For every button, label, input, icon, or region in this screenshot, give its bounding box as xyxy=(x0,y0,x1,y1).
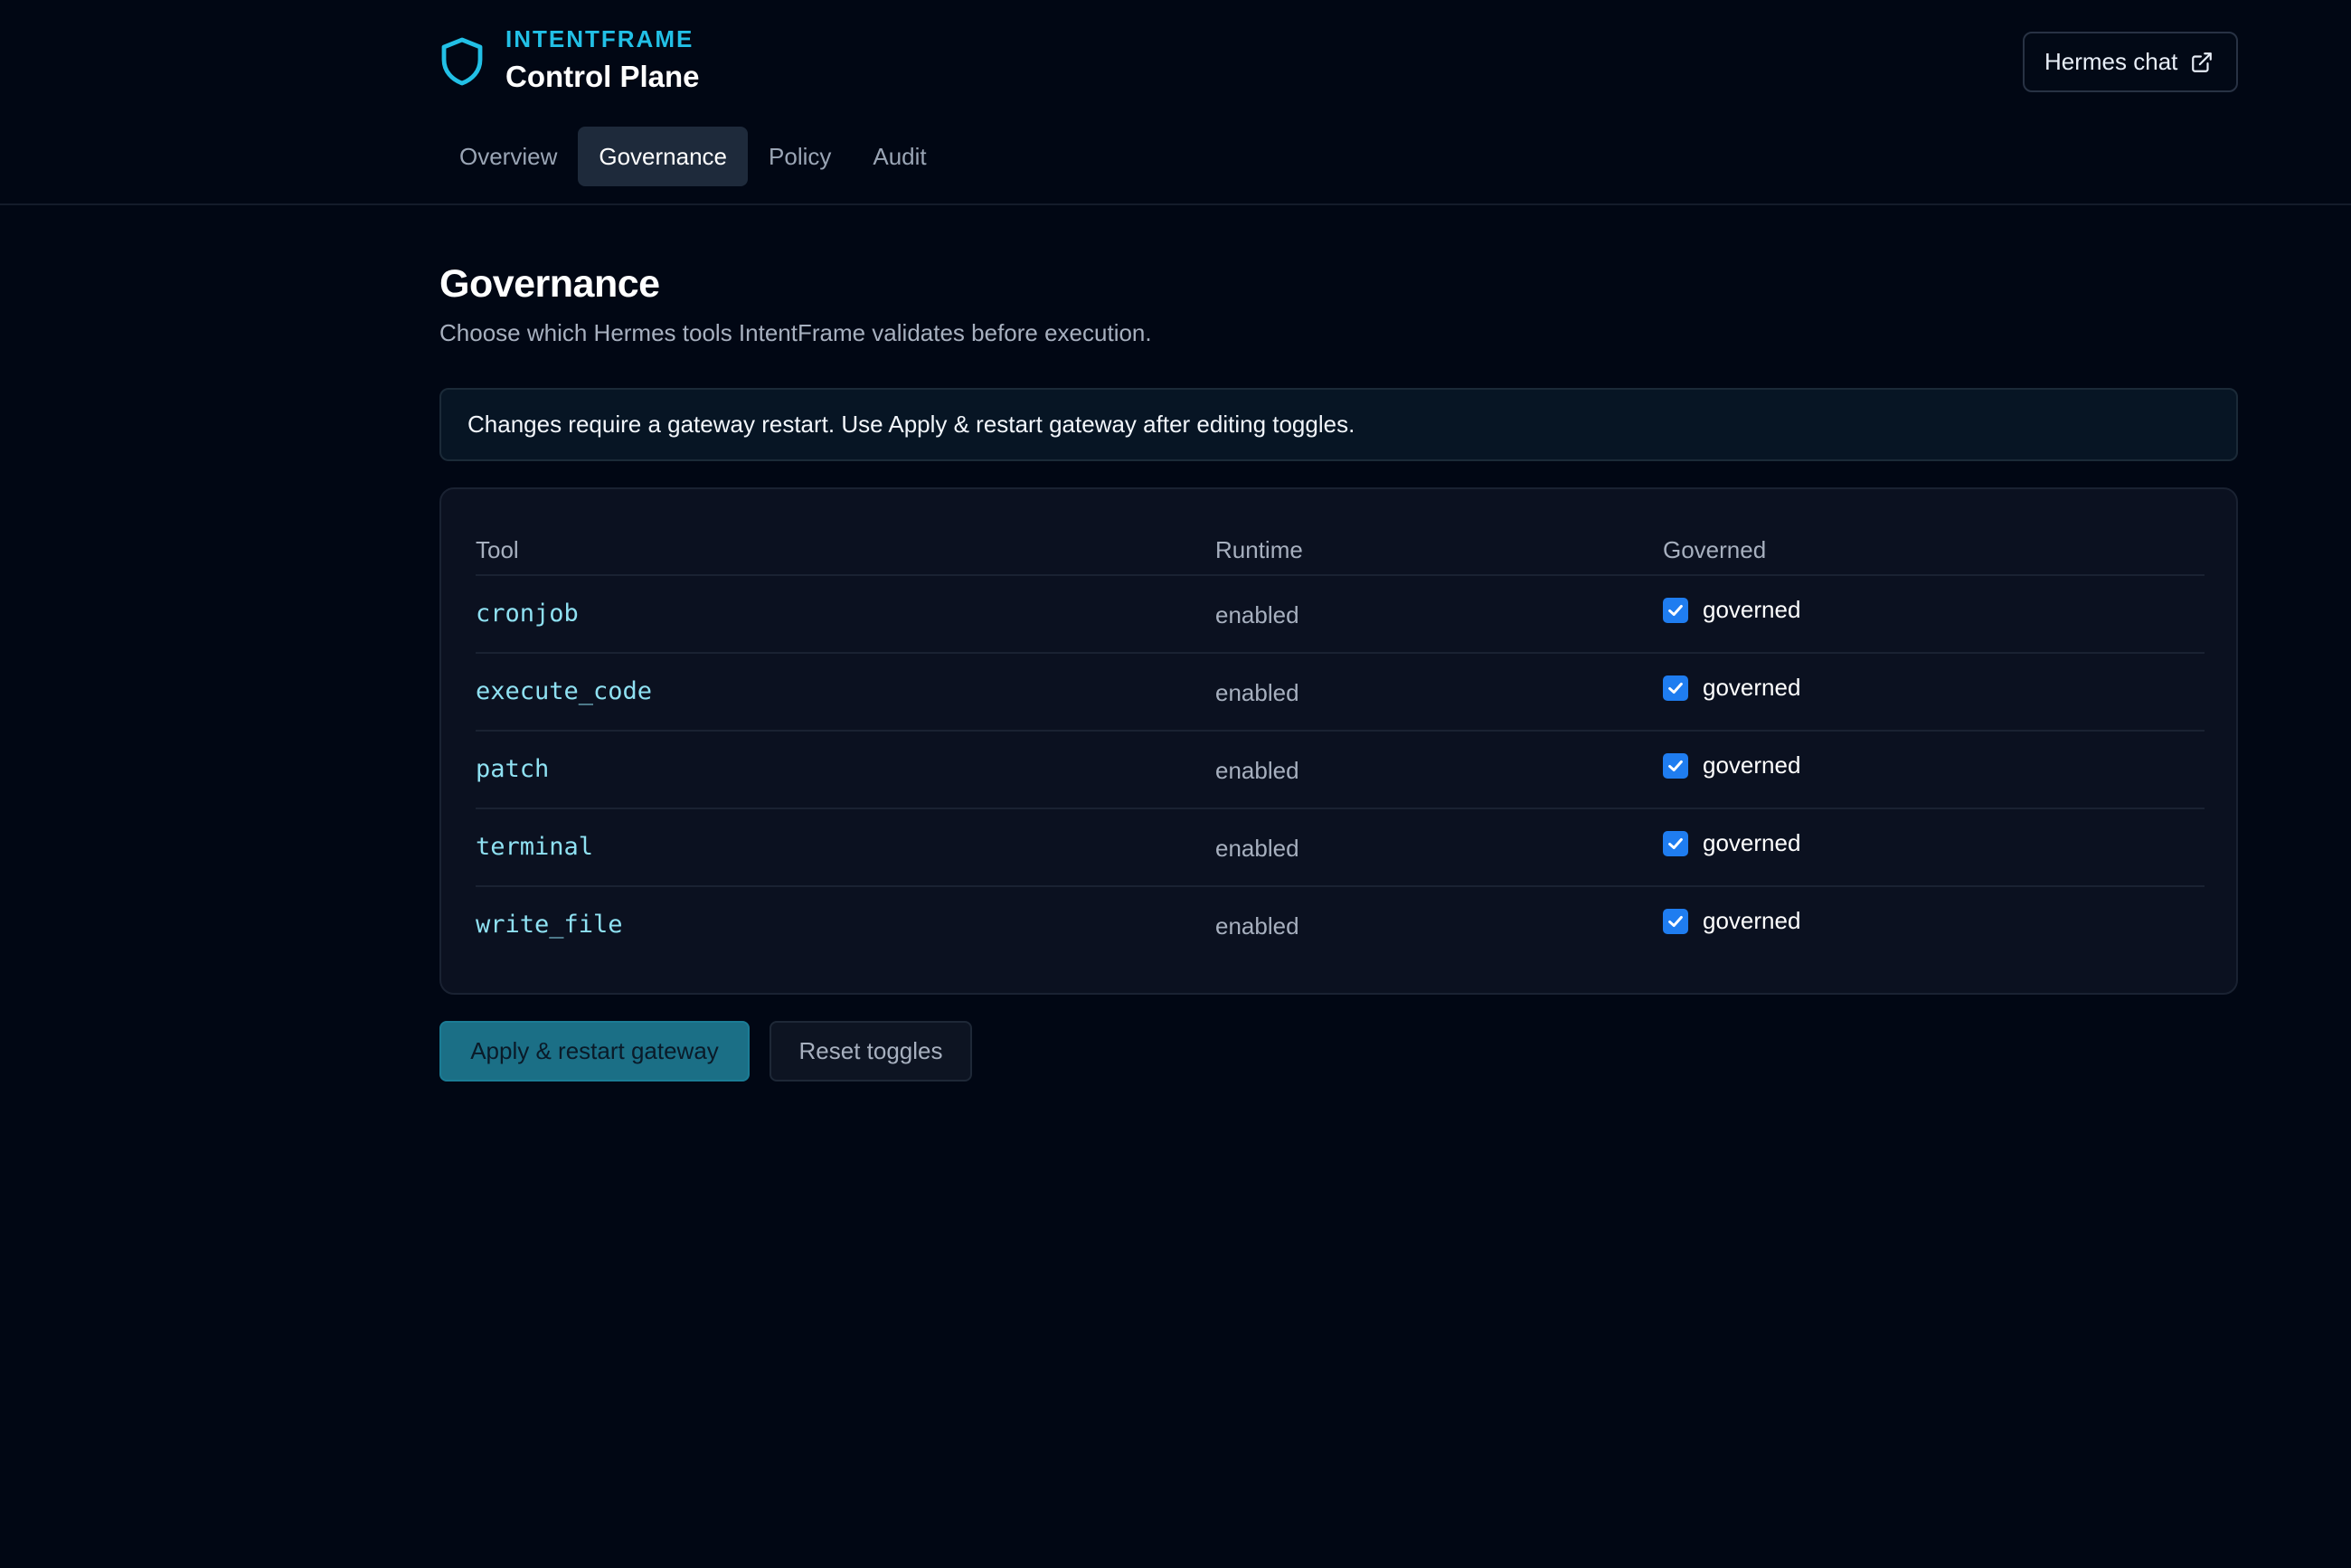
tab-policy[interactable]: Policy xyxy=(748,127,852,186)
governed-toggle[interactable]: governed xyxy=(1663,751,1800,779)
checkbox-checked-icon[interactable] xyxy=(1663,752,1688,779)
column-header-governed: Governed xyxy=(1663,536,1767,563)
hermes-chat-button[interactable]: Hermes chat xyxy=(2023,32,2238,92)
tool-name: cronjob xyxy=(476,600,579,628)
tab-audit[interactable]: Audit xyxy=(852,127,947,186)
shield-icon xyxy=(441,37,483,86)
checkbox-checked-icon[interactable] xyxy=(1663,675,1688,701)
runtime-status: enabled xyxy=(1215,835,1299,862)
page-subtitle: Choose which Hermes tools IntentFrame va… xyxy=(439,319,1152,346)
tool-name: write_file xyxy=(476,911,623,939)
governed-label: governed xyxy=(1703,751,1801,779)
hermes-chat-label: Hermes chat xyxy=(2044,48,2178,75)
tool-name: execute_code xyxy=(476,677,653,705)
table-row: write_file enabled governed xyxy=(476,887,2205,965)
table-row: execute_code enabled governed xyxy=(476,654,2205,732)
tools-table-card: Tool Runtime Governed cronjob enabled go… xyxy=(439,487,2238,995)
governed-toggle[interactable]: governed xyxy=(1663,596,1800,624)
column-header-tool: Tool xyxy=(476,536,519,563)
table-row: patch enabled governed xyxy=(476,732,2205,809)
governed-label: governed xyxy=(1703,674,1801,701)
table-header: Tool Runtime Governed xyxy=(476,516,2205,576)
runtime-status: enabled xyxy=(1215,679,1299,706)
governed-label: governed xyxy=(1703,907,1801,934)
tab-governance[interactable]: Governance xyxy=(578,127,749,186)
tab-overview[interactable]: Overview xyxy=(439,127,578,186)
tool-name: patch xyxy=(476,755,550,783)
main-tabs: Overview Governance Policy Audit xyxy=(439,127,948,186)
column-header-runtime: Runtime xyxy=(1215,536,1303,563)
runtime-status: enabled xyxy=(1215,912,1299,940)
checkbox-checked-icon[interactable] xyxy=(1663,908,1688,934)
checkbox-checked-icon[interactable] xyxy=(1663,830,1688,856)
governed-toggle[interactable]: governed xyxy=(1663,674,1800,702)
external-link-icon xyxy=(2192,52,2213,72)
governed-toggle[interactable]: governed xyxy=(1663,829,1800,857)
governed-label: governed xyxy=(1703,596,1801,623)
table-row: terminal enabled governed xyxy=(476,809,2205,887)
runtime-status: enabled xyxy=(1215,601,1299,628)
tool-name: terminal xyxy=(476,833,594,861)
brand-name: INTENTFRAME xyxy=(505,25,694,52)
table-row: cronjob enabled governed xyxy=(476,576,2205,654)
page-title: Governance xyxy=(439,262,660,306)
governed-label: governed xyxy=(1703,829,1801,856)
app-title: Control Plane xyxy=(505,60,700,93)
restart-notice: Changes require a gateway restart. Use A… xyxy=(439,388,2238,461)
top-bar: INTENTFRAME Control Plane Hermes chat Ov… xyxy=(0,0,2351,205)
checkbox-checked-icon[interactable] xyxy=(1663,597,1688,623)
runtime-status: enabled xyxy=(1215,757,1299,784)
apply-restart-button[interactable]: Apply & restart gateway xyxy=(439,1021,750,1082)
governed-toggle[interactable]: governed xyxy=(1663,907,1800,935)
reset-toggles-button[interactable]: Reset toggles xyxy=(770,1021,972,1082)
